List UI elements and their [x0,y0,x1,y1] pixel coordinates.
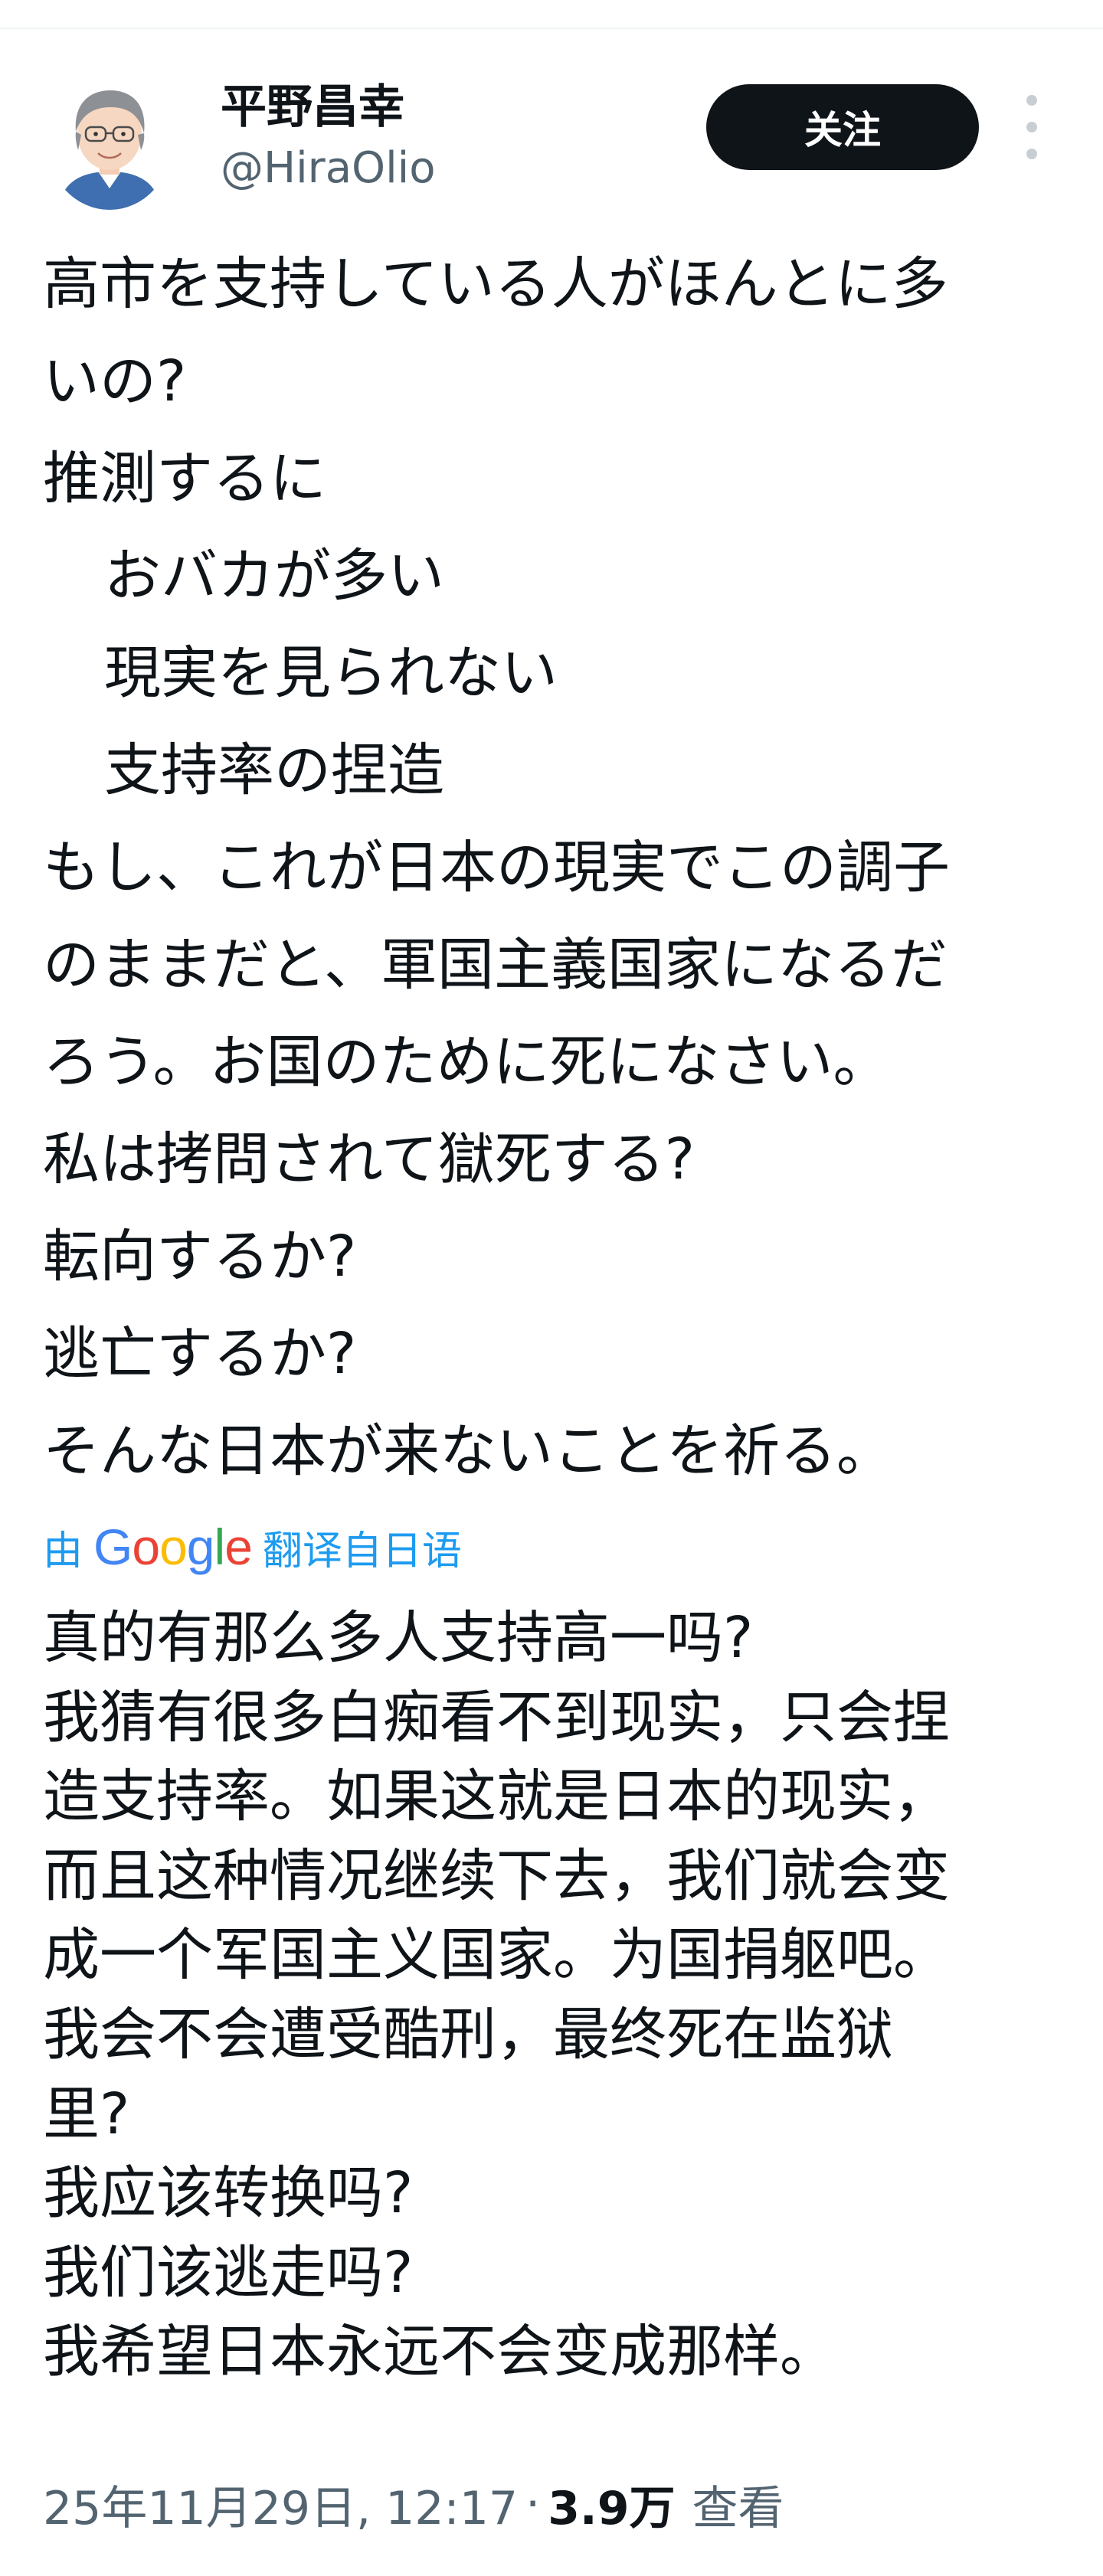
translated-line: 我应该转换吗? [43,2160,414,2227]
google-logo: Google [93,1518,253,1575]
post-line: もし、これが日本の現実でこの調子 [43,835,950,901]
post-line: おバカが多い [104,543,444,609]
more-dot-icon [1026,95,1037,106]
translated-line: 成一个军国主义国家。为国捐躯吧。 [43,1922,950,1989]
post-line: そんな日本が来ないことを祈る。 [43,1418,893,1484]
post-line: ろう。お国のために死になさい。 [43,1029,890,1095]
post-line: 転向するか? [43,1224,357,1290]
avatar-portrait-icon [47,77,172,210]
post-line: いの? [43,348,187,414]
author-display-name[interactable]: 平野昌幸 [221,75,404,139]
post-line: 私は拷問されて獄死する? [43,1126,696,1192]
translated-line: 而且这种情况继续下去，我们就会变 [43,1842,950,1909]
post-line: のままだと、軍国主義国家になるだ [43,932,948,998]
post-line: 推測するに [43,446,326,512]
post-translated-text: 真的有那么多人支持高一吗? 我猜有很多白痴看不到现实，只会捏 造支持率。如果这就是日… [43,1599,1069,2392]
post-line: 逃亡するか? [43,1321,357,1387]
translated-line: 我希望日本永远不会变成那样。 [43,2319,836,2385]
translated-line: 真的有那么多人支持高一吗? [43,1605,754,1671]
translated-line: 里? [43,2081,130,2147]
more-dot-icon [1026,149,1037,159]
more-options-button[interactable] [1013,95,1051,159]
view-count: 3.9万 [548,2481,676,2535]
translation-prefix: 由 [43,1528,83,1574]
avatar[interactable] [47,77,172,210]
post-timestamp[interactable]: 25年11月29日, 12:17 [43,2471,518,2538]
translated-line: 造支持率。如果这就是日本的现实， [43,1764,950,1830]
top-divider [0,28,1103,29]
post-line: 高市を支持している人がほんとに多 [43,251,948,317]
translated-line: 我猜有很多白痴看不到现实，只会捏 [43,1684,950,1751]
more-dot-icon [1026,122,1037,132]
meta-separator: · [525,2477,541,2531]
views-label: 查看 [692,2481,784,2535]
post-line: 現実を見られない [104,640,558,706]
post-original-text: 高市を支持している人がほんとに多 いの? 推測するにおバカが多い現実を見られない 支持… [43,236,1069,1500]
post-meta: 25年11月29日, 12:17 · 3.9万 查看 [43,2467,784,2541]
translation-credit[interactable]: 由 Google 翻译自日语 [43,1509,462,1585]
follow-button[interactable]: 关注 [706,84,979,170]
author-handle[interactable]: @HiraOlio [221,139,435,198]
translated-line: 我会不会遭受酷刑，最终死在监狱 [43,2001,893,2068]
translation-suffix: 翻译自日语 [262,1528,462,1574]
post-line: 支持率の捏造 [104,737,444,803]
translated-line: 我们该逃走吗? [43,2239,414,2306]
